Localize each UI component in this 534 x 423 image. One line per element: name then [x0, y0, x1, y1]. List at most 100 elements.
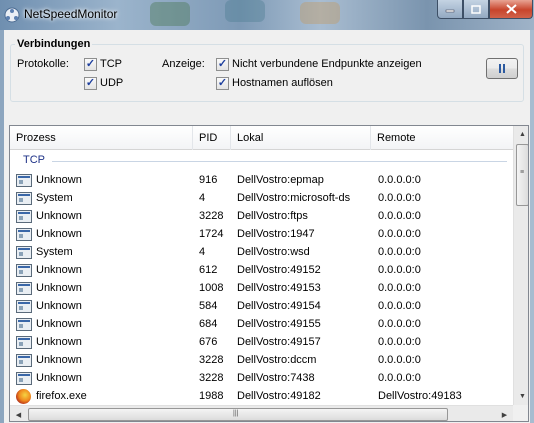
- cell-remote: 0.0.0.0:0: [378, 174, 421, 186]
- scroll-right-button[interactable]: ▶: [496, 406, 513, 421]
- vertical-scroll-thumb[interactable]: ≡: [516, 144, 528, 206]
- minimize-button[interactable]: [437, 0, 463, 19]
- column-header-process[interactable]: Prozess: [10, 126, 193, 150]
- cell-process: Unknown: [36, 300, 82, 312]
- window-icon: [16, 336, 32, 349]
- table-row[interactable]: Unknown 584 DellVostro:49154 0.0.0.0:0: [10, 298, 513, 316]
- cell-remote: 0.0.0.0:0: [378, 372, 421, 384]
- column-header-pid[interactable]: PID: [193, 126, 231, 150]
- cell-pid: 3228: [199, 372, 224, 384]
- pause-button[interactable]: [486, 58, 518, 79]
- title-bar[interactable]: NetSpeedMonitor: [0, 0, 534, 30]
- cell-process: Unknown: [36, 354, 82, 366]
- cell-pid: 676: [199, 336, 218, 348]
- table-row[interactable]: Unknown 916 DellVostro:epmap 0.0.0.0:0: [10, 172, 513, 190]
- cell-remote: 0.0.0.0:0: [378, 264, 421, 276]
- cell-local: DellVostro:ftps: [237, 210, 308, 222]
- cell-local: DellVostro:49155: [237, 318, 321, 330]
- cell-process: Unknown: [36, 210, 82, 222]
- cell-process: Unknown: [36, 372, 82, 384]
- scrollbar-corner: [513, 405, 528, 421]
- window-icon: [16, 192, 32, 205]
- maximize-button[interactable]: [463, 0, 489, 19]
- close-icon: [505, 4, 517, 14]
- window-icon: [16, 372, 32, 385]
- table-row[interactable]: Unknown 1008 DellVostro:49153 0.0.0.0:0: [10, 280, 513, 298]
- maximize-icon: [471, 4, 481, 14]
- app-icon: [4, 7, 20, 23]
- cell-remote: 0.0.0.0:0: [378, 300, 421, 312]
- group-header-line: [52, 161, 507, 162]
- window-icon: [16, 264, 32, 277]
- cell-pid: 4: [199, 246, 206, 258]
- scroll-left-button[interactable]: ◀: [10, 406, 27, 421]
- cell-process: Unknown: [36, 228, 82, 240]
- cell-process: Unknown: [36, 282, 82, 294]
- cell-process: Unknown: [36, 174, 82, 186]
- minimize-icon: [445, 9, 455, 13]
- cell-process: System: [36, 192, 73, 204]
- grip-icon: ≡: [520, 169, 525, 176]
- connections-groupbox: [10, 44, 524, 102]
- grip-icon: |||: [233, 410, 239, 417]
- display-label: Anzeige:: [162, 58, 205, 70]
- close-button[interactable]: [489, 0, 533, 19]
- scroll-up-button[interactable]: ▲: [514, 126, 528, 143]
- cell-remote: 0.0.0.0:0: [378, 318, 421, 330]
- cell-remote: 0.0.0.0:0: [378, 228, 421, 240]
- cell-local: DellVostro:wsd: [237, 246, 310, 258]
- table-row[interactable]: System 4 DellVostro:wsd 0.0.0.0:0: [10, 244, 513, 262]
- cell-local: DellVostro:49154: [237, 300, 321, 312]
- table-row[interactable]: Unknown 612 DellVostro:49152 0.0.0.0:0: [10, 262, 513, 280]
- cell-local: DellVostro:49153: [237, 282, 321, 294]
- pause-icon: [499, 64, 505, 73]
- vertical-scrollbar[interactable]: ▲ ≡ ▼: [513, 126, 528, 405]
- table-row[interactable]: Unknown 3228 DellVostro:ftps 0.0.0.0:0: [10, 208, 513, 226]
- table-row[interactable]: Unknown 1724 DellVostro:1947 0.0.0.0:0: [10, 226, 513, 244]
- cell-local: DellVostro:microsoft-ds: [237, 192, 351, 204]
- resolve-hostnames-checkbox[interactable]: ✓: [216, 77, 229, 90]
- aero-glass-reflection: [150, 2, 190, 26]
- cell-pid: 1008: [199, 282, 224, 294]
- window-icon: [16, 318, 32, 331]
- tcp-checkbox[interactable]: ✓: [84, 58, 97, 71]
- show-unconnected-label[interactable]: Nicht verbundene Endpunkte anzeigen: [232, 58, 422, 70]
- cell-local: DellVostro:dccm: [237, 354, 317, 366]
- cell-local: DellVostro:1947: [237, 228, 315, 240]
- protocols-label: Protokolle:: [17, 58, 69, 70]
- table-row[interactable]: firefox.exe 1988 DellVostro:49182 DellVostr…: [10, 388, 513, 406]
- group-header-tcp[interactable]: TCP: [10, 153, 513, 169]
- horizontal-scroll-thumb[interactable]: |||: [28, 408, 448, 421]
- horizontal-scrollbar[interactable]: ◀ ||| ▶: [10, 405, 513, 421]
- window-icon: [16, 174, 32, 187]
- column-header-remote[interactable]: Remote: [371, 126, 513, 150]
- cell-remote: 0.0.0.0:0: [378, 282, 421, 294]
- cell-pid: 684: [199, 318, 218, 330]
- cell-remote: 0.0.0.0:0: [378, 192, 421, 204]
- column-header-local[interactable]: Lokal: [231, 126, 371, 150]
- cell-process: Unknown: [36, 264, 82, 276]
- tcp-checkbox-label[interactable]: TCP: [100, 58, 122, 70]
- udp-checkbox-label[interactable]: UDP: [100, 77, 123, 89]
- cell-local: DellVostro:7438: [237, 372, 315, 384]
- aero-glass-reflection: [300, 2, 340, 24]
- table-row[interactable]: Unknown 3228 DellVostro:dccm 0.0.0.0:0: [10, 352, 513, 370]
- show-unconnected-checkbox[interactable]: ✓: [216, 58, 229, 71]
- table-row[interactable]: System 4 DellVostro:microsoft-ds 0.0.0.0:0: [10, 190, 513, 208]
- connections-list[interactable]: Prozess PID Lokal Remote TCP Unknown 916 D…: [9, 125, 529, 422]
- table-row[interactable]: Unknown 684 DellVostro:49155 0.0.0.0:0: [10, 316, 513, 334]
- udp-checkbox[interactable]: ✓: [84, 77, 97, 90]
- table-row[interactable]: Unknown 3228 DellVostro:7438 0.0.0.0:0: [10, 370, 513, 388]
- cell-pid: 4: [199, 192, 206, 204]
- window-icon: [16, 354, 32, 367]
- cell-pid: 1724: [199, 228, 224, 240]
- cell-remote: DellVostro:49183: [378, 390, 462, 402]
- cell-local: DellVostro:epmap: [237, 174, 324, 186]
- resolve-hostnames-label[interactable]: Hostnamen auflösen: [232, 77, 333, 89]
- window-title: NetSpeedMonitor: [24, 7, 118, 21]
- list-header: Prozess PID Lokal Remote: [10, 126, 513, 150]
- scroll-down-button[interactable]: ▼: [514, 388, 528, 405]
- table-row[interactable]: Unknown 676 DellVostro:49157 0.0.0.0:0: [10, 334, 513, 352]
- cell-process: Unknown: [36, 318, 82, 330]
- window-icon: [16, 210, 32, 223]
